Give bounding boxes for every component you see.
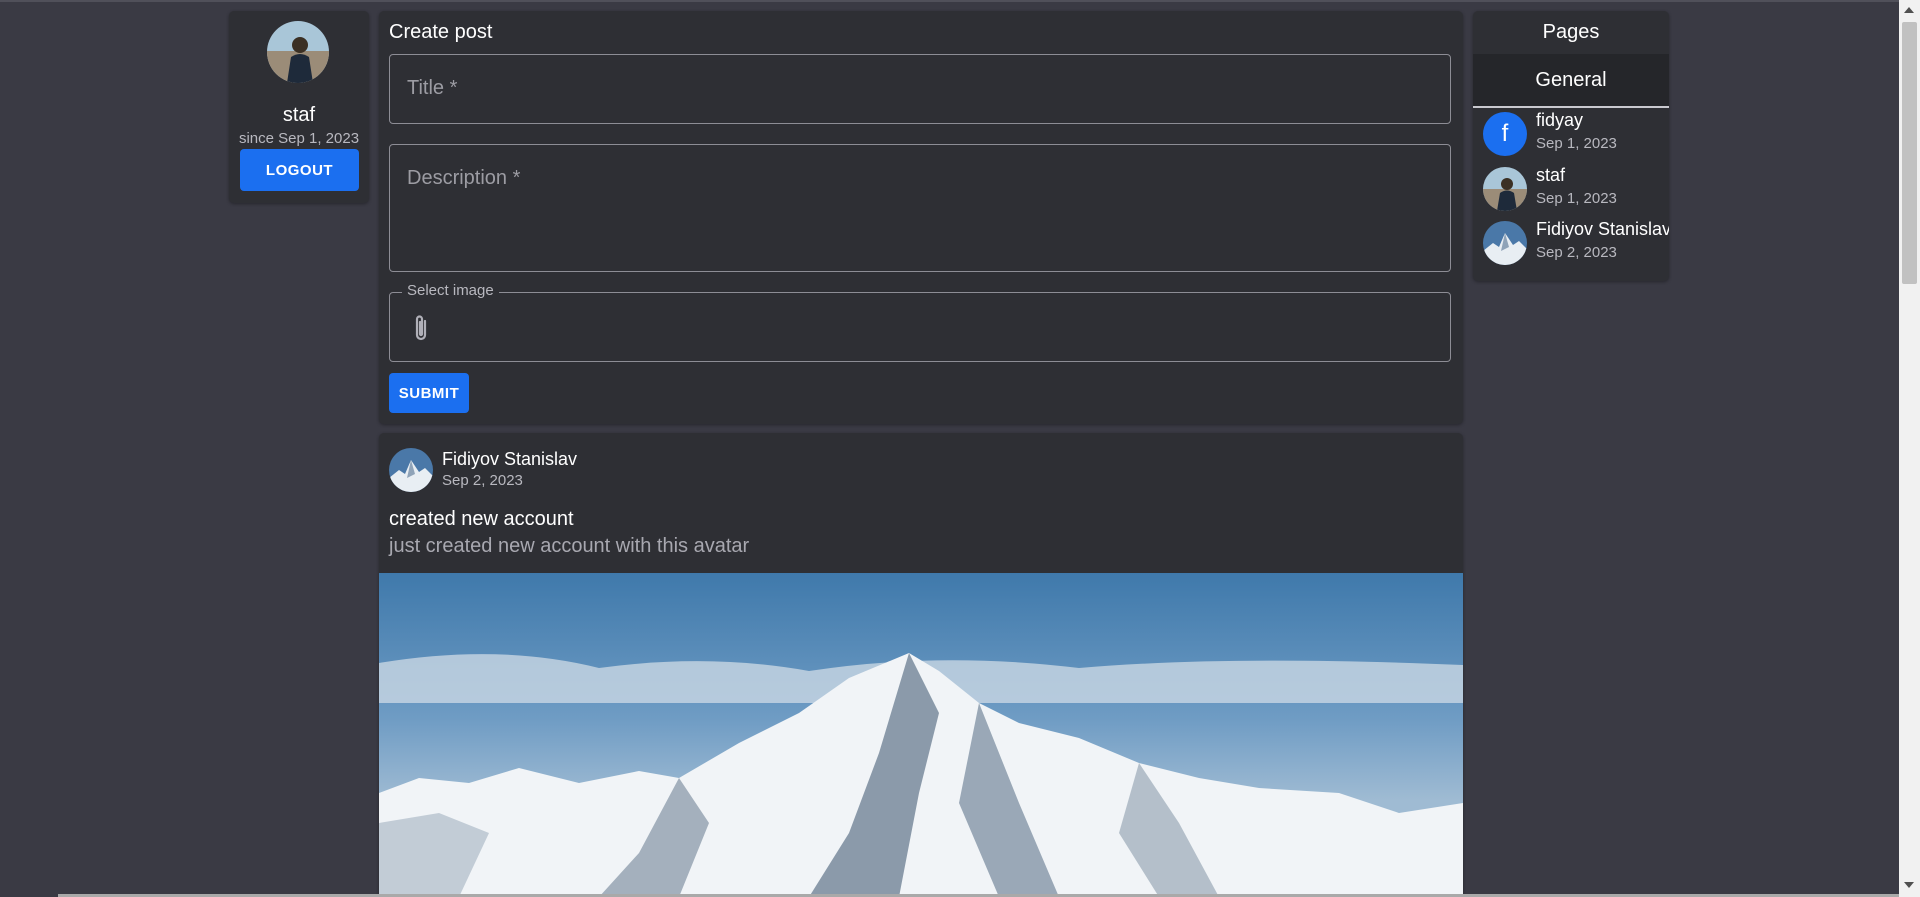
scrollbar-thumb[interactable]	[1902, 22, 1917, 284]
pages-heading: Pages	[1542, 21, 1600, 43]
paperclip-icon[interactable]	[410, 313, 432, 345]
page-date: Sep 1, 2023	[1536, 135, 1617, 152]
scroll-down-arrow-icon[interactable]	[1904, 882, 1914, 888]
page-date: Sep 2, 2023	[1536, 244, 1617, 261]
page-item-fidiyov-stanislav[interactable]: Fidiyov Stanislav Sep 2, 2023	[1473, 219, 1669, 275]
post-date: Sep 2, 2023	[442, 472, 523, 489]
logout-button[interactable]: LOGOUT	[240, 149, 359, 191]
post-author-avatar[interactable]	[389, 448, 433, 492]
title-placeholder: Title *	[407, 77, 458, 99]
post-description: just created new account with this avata…	[389, 535, 750, 557]
tab-general[interactable]: General	[1473, 54, 1669, 108]
description-placeholder: Description *	[407, 167, 521, 189]
pages-card: Pages General f fidyay Sep 1, 2023 staf …	[1473, 11, 1669, 281]
select-image-label: Select image	[402, 282, 499, 299]
profile-card: staf since Sep 1, 2023 LOGOUT	[229, 11, 369, 203]
page-avatar	[1483, 167, 1527, 211]
page-avatar-letter: f	[1483, 112, 1527, 156]
page-item-staf[interactable]: staf Sep 1, 2023	[1473, 165, 1669, 221]
page-name: fidyay	[1536, 110, 1584, 130]
submit-button[interactable]: SUBMIT	[389, 373, 469, 413]
vertical-scrollbar[interactable]	[1899, 0, 1920, 897]
scroll-up-arrow-icon[interactable]	[1904, 7, 1914, 13]
post-title: created new account	[389, 508, 574, 530]
create-post-heading: Create post	[389, 21, 493, 43]
post-card: Fidiyov Stanislav Sep 2, 2023 created ne…	[379, 433, 1463, 897]
select-image-input[interactable]: Select image	[389, 282, 1451, 362]
title-input[interactable]: Title *	[389, 54, 1451, 124]
top-border	[0, 0, 1920, 2]
create-post-card: Create post Title * Description * Select…	[379, 11, 1463, 424]
post-author-name[interactable]: Fidiyov Stanislav	[442, 449, 577, 470]
page-avatar	[1483, 221, 1527, 265]
description-input[interactable]: Description *	[389, 144, 1451, 272]
post-image-mountain	[379, 573, 1463, 897]
profile-avatar[interactable]	[267, 21, 329, 83]
page-item-fidyay[interactable]: f fidyay Sep 1, 2023	[1473, 110, 1669, 166]
profile-username: staf	[282, 104, 316, 126]
page-date: Sep 1, 2023	[1536, 190, 1617, 207]
page-name: staf	[1536, 165, 1566, 185]
page-name: Fidiyov Stanislav	[1536, 219, 1669, 239]
profile-since-date: since Sep 1, 2023	[238, 130, 360, 147]
